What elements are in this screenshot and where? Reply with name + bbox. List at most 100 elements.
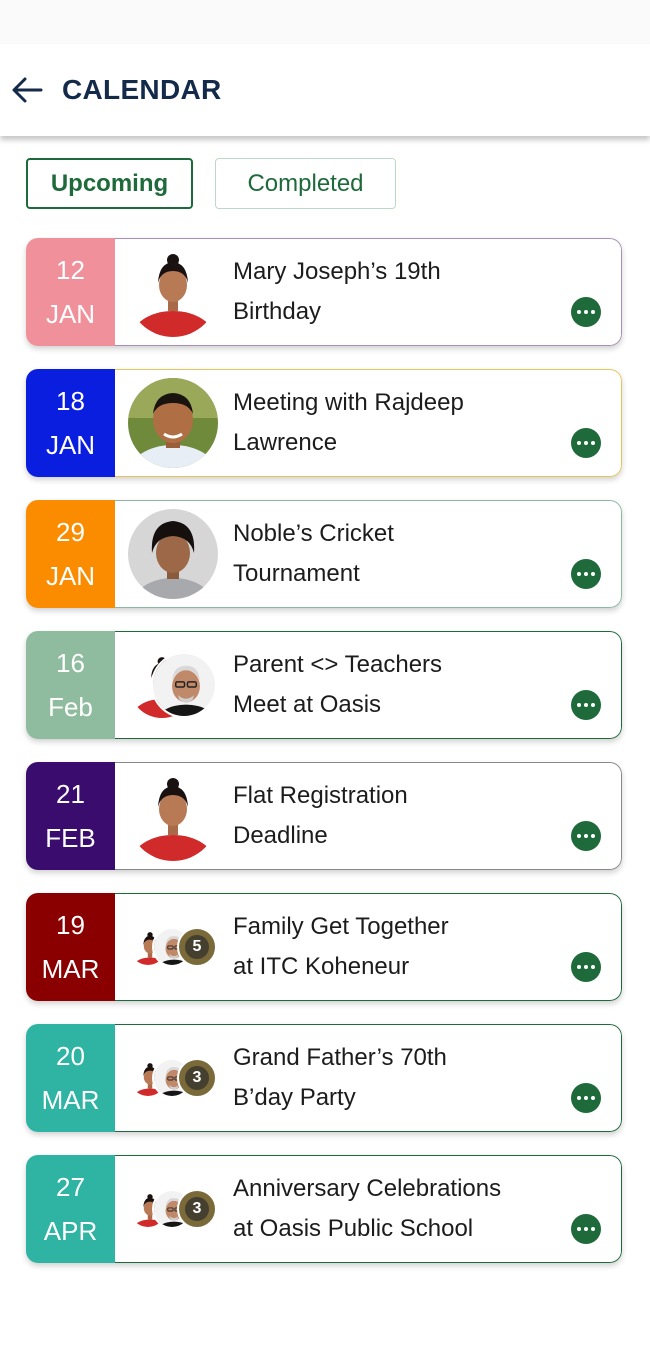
event-day: 16 [56,648,85,678]
event-title: Noble’s Cricket Tournament [233,514,454,594]
event-month: JAN [45,430,96,460]
event-content: 3 Grand Father’s 70th B’day Party [115,1024,622,1132]
event-day: 20 [56,1041,85,1071]
event-title: Mary Joseph’s 19th Birthday [233,252,501,332]
more-options-button[interactable] [571,297,601,327]
event-title-line2: Deadline [233,822,328,849]
event-avatars: 5 [115,894,233,1000]
event-content: 5 Family Get Together at ITC Koheneur [115,893,622,1001]
event-title-line1: Grand Father’s 70th [233,1044,447,1071]
event-card[interactable]: 27 APR 3 Anniversary Celebrations at Oas… [26,1155,622,1263]
tab-bar: Upcoming Completed [0,136,650,209]
more-members-badge: 3 [177,1058,217,1098]
old-man-avatar [151,652,217,718]
event-title-line1: Meeting with Rajdeep [233,389,464,416]
event-date: 21 FEB [26,762,115,870]
more-members-count: 5 [185,935,209,959]
event-month: MAR [41,1085,100,1115]
event-avatars [115,239,233,345]
event-date: 16 Feb [26,631,115,739]
more-members-badge: 3 [177,1189,217,1229]
event-title-line2: at ITC Koheneur [233,953,410,980]
event-month: FEB [45,823,96,853]
event-list: 12 JAN Mary Joseph’s 19th Birthday 18 JA… [0,209,650,1263]
event-title-line1: Family Get Together [233,913,449,940]
more-members-badge: 5 [177,927,217,967]
event-card[interactable]: 29 JAN Noble’s Cricket Tournament [26,500,622,608]
event-title-line1: Flat Registration [233,782,408,809]
event-card[interactable]: 12 JAN Mary Joseph’s 19th Birthday [26,238,622,346]
event-title: Grand Father’s 70th B’day Party [233,1038,507,1118]
more-options-button[interactable] [571,1083,601,1113]
event-content: Parent <> Teachers Meet at Oasis [115,631,622,739]
event-day: 18 [56,386,85,416]
tab-completed[interactable]: Completed [215,158,396,209]
more-options-button[interactable] [571,690,601,720]
event-title: Parent <> Teachers Meet at Oasis [233,645,502,725]
event-title-line2: Tournament [233,560,360,587]
event-title-line2: Birthday [233,298,322,325]
event-day: 27 [56,1172,85,1202]
event-card[interactable]: 19 MAR 5 Family Get Together at ITC Kohe… [26,893,622,1001]
event-card[interactable]: 18 JAN Meeting with Rajdeep Lawrence [26,369,622,477]
tab-upcoming[interactable]: Upcoming [26,158,193,209]
app-header: CALENDAR [0,44,650,136]
event-avatars: 3 [115,1156,233,1262]
more-members-count: 3 [185,1197,209,1221]
more-options-button[interactable] [571,428,601,458]
back-button[interactable] [10,73,44,107]
event-day: 12 [56,255,85,285]
event-day: 19 [56,910,85,940]
event-title: Family Get Together at ITC Koheneur [233,907,509,987]
event-title: Meeting with Rajdeep Lawrence [233,383,524,463]
event-month: MAR [41,954,100,984]
event-title-line1: Mary Joseph’s 19th [233,258,441,285]
arrow-left-icon [12,77,43,103]
event-avatars [115,763,233,869]
event-title-line1: Parent <> Teachers [233,651,443,678]
event-avatars [115,632,233,738]
event-card[interactable]: 21 FEB Flat Registration Deadline [26,762,622,870]
event-month: JAN [45,561,96,591]
event-date: 29 JAN [26,500,115,608]
more-members-count: 3 [185,1066,209,1090]
status-bar [0,0,650,44]
event-title-line2: at Oasis Public School [233,1215,474,1242]
event-title-line2: B’day Party [233,1084,356,1111]
event-card[interactable]: 20 MAR 3 Grand Father’s 70th B’day Party [26,1024,622,1132]
event-content: Mary Joseph’s 19th Birthday [115,238,622,346]
event-title-line2: Meet at Oasis [233,691,382,718]
event-title: Anniversary Celebrations at Oasis Public… [233,1169,561,1249]
event-date: 18 JAN [26,369,115,477]
event-month: APR [43,1216,98,1246]
woman-avatar [128,247,218,337]
event-content: 3 Anniversary Celebrations at Oasis Publ… [115,1155,622,1263]
event-month: JAN [45,299,96,329]
event-avatars: 3 [115,1025,233,1131]
event-date: 19 MAR [26,893,115,1001]
more-options-button[interactable] [571,1214,601,1244]
more-options-button[interactable] [571,821,601,851]
event-day: 21 [56,779,85,809]
event-title-line2: Lawrence [233,429,338,456]
more-options-button[interactable] [571,952,601,982]
event-card[interactable]: 16 Feb Parent <> Teachers Meet at Oasis [26,631,622,739]
event-content: Meeting with Rajdeep Lawrence [115,369,622,477]
page-title: CALENDAR [62,74,222,105]
event-date: 20 MAR [26,1024,115,1132]
event-avatars [115,501,233,607]
event-title-line1: Noble’s Cricket [233,520,394,547]
woman-avatar [128,771,218,861]
event-date: 27 APR [26,1155,115,1263]
boy-avatar [128,509,218,599]
more-options-button[interactable] [571,559,601,589]
event-content: Noble’s Cricket Tournament [115,500,622,608]
event-month: Feb [48,692,93,722]
man-avatar [128,378,218,468]
event-date: 12 JAN [26,238,115,346]
event-title: Flat Registration Deadline [233,776,468,856]
event-content: Flat Registration Deadline [115,762,622,870]
event-day: 29 [56,517,85,547]
event-title-line1: Anniversary Celebrations [233,1175,502,1202]
event-avatars [115,370,233,476]
